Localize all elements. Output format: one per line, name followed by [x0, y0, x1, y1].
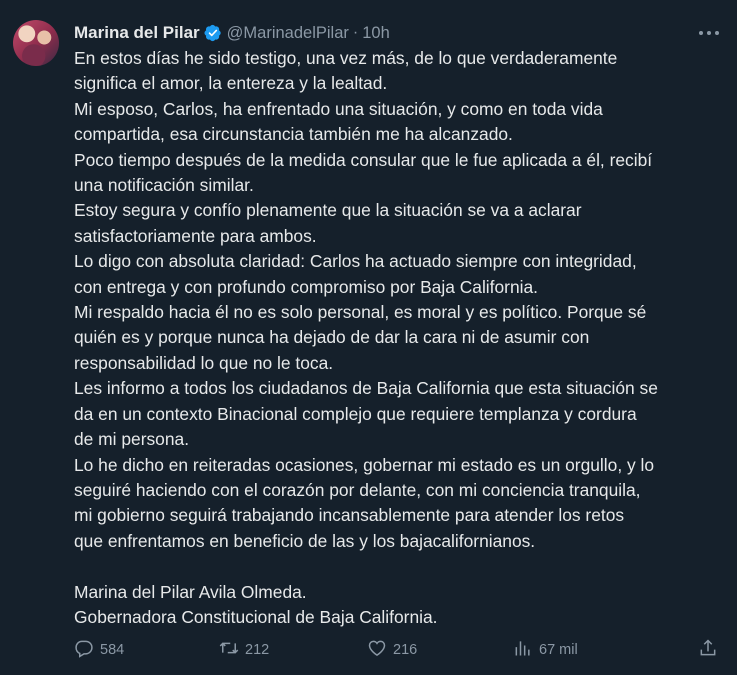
more-dot [699, 31, 703, 35]
tweet-line: Lo he dicho en reiteradas ocasiones, gob… [74, 454, 655, 475]
tweet-line: seguiré haciendo con el corazón por dela… [74, 479, 641, 500]
tweet-header: Marina del Pilar @MarinadelPilar · 10h [74, 21, 390, 45]
tweet-line: Estoy segura y confío plenamente que la … [74, 200, 582, 221]
tweet-line: En estos días he sido testigo, una vez m… [74, 48, 618, 68]
signature-name: Marina del Pilar Avila Olmeda. [74, 581, 307, 602]
tweet-text: En estos días he sido testigo, una vez m… [74, 46, 714, 630]
repost-icon [219, 638, 239, 662]
tweet-line: que enfrentamos en beneficio de las y lo… [74, 530, 536, 551]
tweet-line: mi gobierno seguirá trabajando incansabl… [74, 505, 625, 526]
timestamp[interactable]: 10h [362, 24, 390, 43]
signature-title: Gobernadora Constitucional de Baja Calif… [74, 606, 438, 627]
reply-icon [74, 638, 94, 662]
tweet-line: Lo digo con absoluta claridad: Carlos ha… [74, 251, 637, 272]
share-icon [698, 638, 718, 662]
tweet: Marina del Pilar @MarinadelPilar · 10h E… [0, 0, 737, 675]
reply-count: 584 [100, 642, 125, 658]
avatar[interactable] [13, 20, 59, 66]
tweet-line: da en un contexto Binacional complejo qu… [74, 403, 637, 424]
action-bar: 584 212 216 67 mil [74, 638, 724, 662]
more-dot [707, 31, 711, 35]
tweet-line: Mi respaldo hacia él no es solo personal… [74, 302, 647, 323]
verified-badge-icon[interactable] [204, 24, 222, 42]
tweet-line: compartida, esa circunstancia también me… [74, 124, 513, 145]
author-name[interactable]: Marina del Pilar [74, 23, 200, 43]
tweet-line: Mi esposo, Carlos, ha enfrentado una sit… [74, 98, 603, 119]
repost-count: 212 [245, 642, 270, 658]
tweet-line: satisfactoriamente para ambos. [74, 225, 317, 246]
tweet-line: Poco tiempo después de la medida consula… [74, 149, 653, 170]
like-count: 216 [393, 642, 418, 658]
author-handle[interactable]: @MarinadelPilar [227, 24, 349, 43]
tweet-line: una notificación similar. [74, 175, 254, 196]
reply-button[interactable]: 584 [74, 638, 124, 662]
views-icon [513, 638, 533, 662]
more-dot [715, 31, 719, 35]
views-button[interactable]: 67 mil [513, 638, 578, 662]
views-count: 67 mil [539, 642, 578, 658]
more-horizontal-icon[interactable] [697, 24, 721, 42]
tweet-line: Les informo a todos los ciudadanos de Ba… [74, 378, 658, 399]
repost-button[interactable]: 212 [219, 638, 269, 662]
share-button[interactable] [698, 638, 718, 662]
tweet-line: responsabilidad lo que no le toca. [74, 352, 334, 373]
tweet-line: con entrega y con profundo compromiso po… [74, 276, 539, 297]
like-icon [367, 638, 387, 662]
tweet-line: significa el amor, la entereza y la leal… [74, 73, 388, 94]
like-button[interactable]: 216 [367, 638, 417, 662]
tweet-line: quién es y porque nunca ha dejado de dar… [74, 327, 590, 348]
tweet-line: de mi persona. [74, 429, 190, 450]
separator-dot: · [352, 24, 359, 41]
